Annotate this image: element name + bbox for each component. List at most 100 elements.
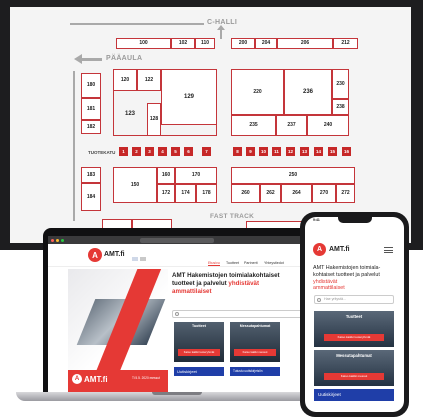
booth-183[interactable]: 183 <box>81 167 101 183</box>
booth-220[interactable]: 220 <box>231 69 284 115</box>
minimize-window-icon[interactable] <box>56 238 59 242</box>
menu-icon[interactable] <box>384 247 393 253</box>
booth-122[interactable]: 122 <box>137 69 161 91</box>
newsletter-label[interactable]: Uutiskirjeet <box>174 367 224 376</box>
booth-120[interactable]: 120 <box>113 69 137 91</box>
corridor-line-top <box>70 23 204 25</box>
booth-260[interactable]: 260 <box>231 184 260 203</box>
phone-newsletter-button[interactable]: Uutiskirjeet <box>314 389 394 401</box>
c-hall-arrow <box>220 29 222 39</box>
footer-logo-text: AMT.fi <box>84 375 108 384</box>
phone-events-card[interactable]: Messutapahtumat Katso kaikki messut <box>314 350 394 386</box>
hero-image <box>68 269 168 377</box>
close-window-icon[interactable] <box>51 238 54 242</box>
phone-products-button[interactable]: Katso kaikki tuoteryhmät <box>324 334 384 341</box>
fast-track-label: FAST TRACK <box>210 213 255 220</box>
booth-178[interactable]: 178 <box>196 184 217 203</box>
booth-230[interactable]: 230 <box>332 69 349 99</box>
booth-184[interactable]: 184 <box>81 183 101 211</box>
corridor-line-left <box>73 71 75 221</box>
phone-logo-icon[interactable]: A <box>313 243 326 256</box>
phone-events-button[interactable]: Katso kaikki messut <box>324 373 384 380</box>
phone-notch <box>338 217 372 223</box>
booth-237[interactable]: 237 <box>276 115 307 136</box>
product-street-slot-3[interactable]: 3 <box>145 147 154 156</box>
booth-172[interactable]: 172 <box>157 184 175 203</box>
product-street-slot-8[interactable]: 8 <box>233 147 242 156</box>
booth-270[interactable]: 270 <box>312 184 336 203</box>
phone-logo-text[interactable]: AMT.fi <box>329 246 350 253</box>
booth-110[interactable]: 110 <box>195 38 215 49</box>
phone-search-input[interactable]: Hae yritystä... <box>314 295 394 304</box>
booth-160[interactable]: 160 <box>157 167 175 184</box>
maximize-window-icon[interactable] <box>61 238 64 242</box>
laptop-notch <box>152 392 202 395</box>
booth-236[interactable]: 236 <box>284 69 332 115</box>
lobby-arrow-line <box>82 58 102 61</box>
flag-fi-icon[interactable] <box>132 257 138 261</box>
booth-206[interactable]: 206 <box>277 38 333 49</box>
product-street-slot-2[interactable]: 2 <box>132 147 141 156</box>
nav-partnerit[interactable]: Partnerit <box>244 261 258 265</box>
site-header: A AMT.fi Etusivu Tuotteet Partnerit Yhte… <box>48 244 306 267</box>
search-input[interactable] <box>172 310 302 318</box>
product-street-slot-14[interactable]: 14 <box>314 147 323 156</box>
product-street-slot-16[interactable]: 16 <box>342 147 351 156</box>
lobby-arrow-icon <box>74 54 82 64</box>
booth-240[interactable]: 240 <box>307 115 349 136</box>
product-street-slot-6[interactable]: 6 <box>184 147 193 156</box>
product-street-slot-5[interactable]: 5 <box>171 147 180 156</box>
booth-174[interactable]: 174 <box>175 184 196 203</box>
booth-150[interactable]: 150 <box>113 167 157 203</box>
events-card-button[interactable]: Katso kaikki messut <box>234 349 276 356</box>
products-card[interactable]: Tuotteet Katso kaikki tuoteryhmät <box>174 322 224 362</box>
booth-123[interactable]: 123 <box>113 91 147 136</box>
flag-en-icon[interactable] <box>140 257 146 261</box>
booth-129[interactable]: 129 <box>161 69 217 125</box>
booth-204[interactable]: 204 <box>255 38 277 49</box>
booth-182[interactable]: 182 <box>81 120 101 134</box>
product-street-slot-4[interactable]: 4 <box>158 147 167 156</box>
booth-200[interactable]: 200 <box>231 38 255 49</box>
phone-search-icon <box>317 297 321 302</box>
product-street-slot-7[interactable]: 7 <box>202 147 211 156</box>
nav-etusivu[interactable]: Etusivu <box>208 261 220 266</box>
tuotekatu-label: TUOTEKATU <box>88 150 116 155</box>
booth-170[interactable]: 170 <box>175 167 217 184</box>
address-bar[interactable] <box>140 237 214 243</box>
product-street-slot-13[interactable]: 13 <box>300 147 309 156</box>
booth-250[interactable]: 250 <box>231 167 355 184</box>
c-hall-arrow-head-icon <box>217 25 225 30</box>
nav-tuotteet[interactable]: Tuotteet <box>226 261 239 265</box>
events-card[interactable]: Messutapahtumat Katso kaikki messut <box>230 322 280 362</box>
footer-logo-icon: A <box>72 374 82 384</box>
product-street-slot-9[interactable]: 9 <box>246 147 255 156</box>
phone-screen: 9:41 A AMT.fi AMT Hakemistojen toimiala-… <box>305 217 404 412</box>
events-card-title: Messutapahtumat <box>239 324 271 328</box>
amt-logo-icon[interactable]: A <box>88 248 102 262</box>
products-card-button[interactable]: Katso kaikki tuoteryhmät <box>178 349 220 356</box>
site-logo-text[interactable]: AMT.fi <box>104 251 125 258</box>
product-street-slot-11[interactable]: 11 <box>272 147 281 156</box>
booth-264[interactable]: 264 <box>281 184 312 203</box>
product-street-slot-10[interactable]: 10 <box>259 147 268 156</box>
booth-128[interactable]: 128 <box>147 103 161 136</box>
booth-181[interactable]: 181 <box>81 98 101 120</box>
booth-238[interactable]: 238 <box>332 99 349 115</box>
booth-102[interactable]: 102 <box>171 38 195 49</box>
phone-products-card[interactable]: Tuotteet Katso kaikki tuoteryhmät <box>314 311 394 347</box>
product-street-slot-15[interactable]: 15 <box>328 147 337 156</box>
booth-100[interactable]: 100 <box>116 38 171 49</box>
phone-time: 9:41 <box>313 218 320 222</box>
nav-yhteystiedot[interactable]: Yhteystiedot <box>264 261 284 265</box>
booth-212[interactable]: 212 <box>333 38 358 49</box>
product-street-slot-1[interactable]: 1 <box>119 147 128 156</box>
phone-products-title: Tuotteet <box>345 314 363 319</box>
booth-180[interactable]: 180 <box>81 73 101 98</box>
booth-262[interactable]: 262 <box>260 184 281 203</box>
booth-272[interactable]: 272 <box>336 184 355 203</box>
booth-235[interactable]: 235 <box>231 115 276 136</box>
floor-plan: C-HALLI PÄÄAULA 100 102 110 200 204 206 … <box>10 7 411 243</box>
newsletter-button[interactable]: Tutustu uutiskirjeisiin <box>230 367 280 376</box>
product-street-slot-12[interactable]: 12 <box>286 147 295 156</box>
